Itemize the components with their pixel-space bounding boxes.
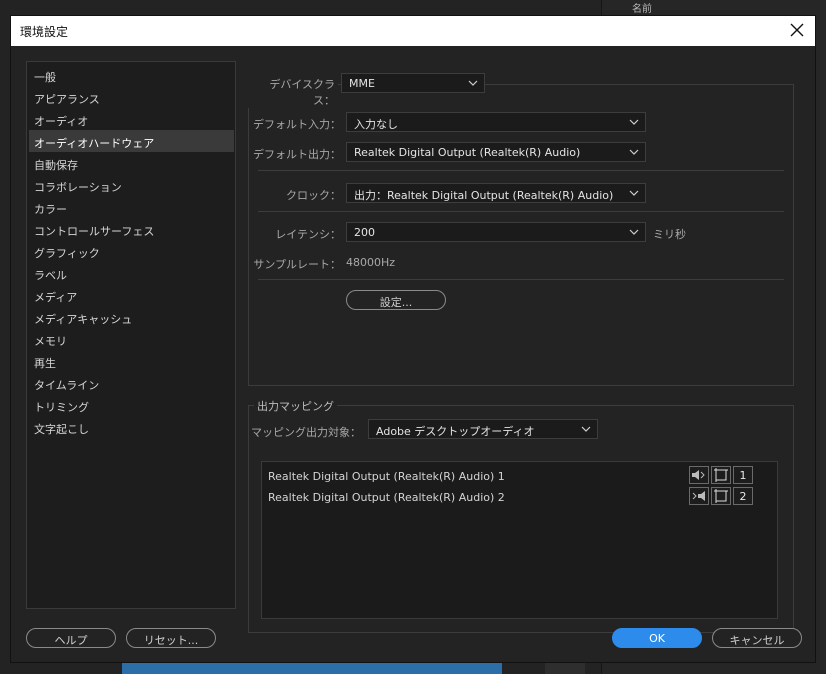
category-list: 一般 アピアランス オーディオ オーディオハードウェア 自動保存 コラボレーショ… bbox=[26, 61, 236, 609]
sidebar-item-playback[interactable]: 再生 bbox=[29, 350, 234, 372]
divider bbox=[258, 170, 784, 171]
latency-value: 200 bbox=[354, 226, 375, 239]
default-output-label: デフォルト出力： bbox=[253, 148, 341, 161]
latency-unit: ミリ秒 bbox=[653, 228, 686, 241]
close-icon[interactable] bbox=[787, 20, 807, 40]
default-output-value: Realtek Digital Output (Realtek(R) Audio… bbox=[354, 146, 581, 159]
sidebar-item-auto-save[interactable]: 自動保存 bbox=[29, 152, 234, 174]
chevron-down-icon bbox=[468, 80, 478, 86]
mapping-target-value: Adobe デスクトップオーディオ bbox=[376, 425, 535, 438]
latency-select[interactable]: 200 bbox=[346, 222, 646, 242]
sidebar-item-trimming[interactable]: トリミング bbox=[29, 394, 234, 416]
latency-label: レイテンシ： bbox=[275, 228, 341, 241]
chevron-down-icon bbox=[629, 149, 639, 155]
cancel-button[interactable]: キャンセル bbox=[712, 628, 802, 648]
sidebar-item-color[interactable]: カラー bbox=[29, 196, 234, 218]
name-column-header: 名前 bbox=[632, 4, 652, 15]
reset-button[interactable]: リセット... bbox=[126, 628, 216, 648]
default-input-select[interactable]: 入力なし bbox=[346, 112, 646, 132]
sidebar-item-media-cache[interactable]: メディアキャッシュ bbox=[29, 306, 234, 328]
clock-label: クロック： bbox=[286, 189, 341, 202]
device-class-label: デバイスクラス： bbox=[248, 76, 338, 108]
clock-select[interactable]: 出力：Realtek Digital Output (Realtek(R) Au… bbox=[346, 183, 646, 203]
sidebar-item-collaboration[interactable]: コラボレーション bbox=[29, 174, 234, 196]
frame-icon[interactable] bbox=[711, 466, 731, 484]
divider bbox=[258, 279, 784, 280]
help-button[interactable]: ヘルプ bbox=[26, 628, 116, 648]
output-channel-name: Realtek Digital Output (Realtek(R) Audio… bbox=[268, 470, 505, 483]
divider bbox=[258, 211, 784, 212]
output-mapping-legend: 出力マッピング bbox=[254, 398, 337, 414]
channel-number: 2 bbox=[733, 487, 753, 505]
settings-button[interactable]: 設定... bbox=[346, 290, 446, 310]
output-channel-list: Realtek Digital Output (Realtek(R) Audio… bbox=[261, 461, 778, 619]
sidebar-item-graphics[interactable]: グラフィック bbox=[29, 240, 234, 262]
mapping-target-label: マッピング出力対象： bbox=[251, 426, 361, 439]
sidebar-item-transcription[interactable]: 文字起こし bbox=[29, 416, 234, 438]
chevron-down-icon bbox=[629, 119, 639, 125]
sample-rate-value: 48000Hz bbox=[346, 256, 396, 269]
title-bar: 環境設定 bbox=[11, 16, 815, 46]
default-output-select[interactable]: Realtek Digital Output (Realtek(R) Audio… bbox=[346, 142, 646, 162]
default-input-label: デフォルト入力： bbox=[253, 118, 341, 131]
sidebar-item-memory[interactable]: メモリ bbox=[29, 328, 234, 350]
dialog-title: 環境設定 bbox=[20, 25, 69, 39]
sidebar-item-media[interactable]: メディア bbox=[29, 284, 234, 306]
mapping-target-select[interactable]: Adobe デスクトップオーディオ bbox=[368, 419, 598, 439]
clock-value: 出力：Realtek Digital Output (Realtek(R) Au… bbox=[354, 189, 614, 202]
preferences-dialog: 環境設定 一般 アピアランス オーディオ オーディオハードウェア 自動保存 コラ… bbox=[10, 15, 816, 663]
default-input-value: 入力なし bbox=[354, 118, 398, 131]
chevron-down-icon bbox=[581, 426, 591, 432]
sidebar-item-general[interactable]: 一般 bbox=[29, 64, 234, 86]
speaker-left-icon[interactable] bbox=[689, 466, 709, 484]
sidebar-item-appearance[interactable]: アピアランス bbox=[29, 86, 234, 108]
ok-button[interactable]: OK bbox=[612, 628, 702, 648]
channel-number: 1 bbox=[733, 466, 753, 484]
frame-icon[interactable] bbox=[711, 487, 731, 505]
device-class-value: MME bbox=[349, 77, 375, 90]
sidebar-item-audio[interactable]: オーディオ bbox=[29, 108, 234, 130]
device-class-select[interactable]: MME bbox=[341, 73, 485, 93]
sidebar-item-audio-hardware[interactable]: オーディオハードウェア bbox=[29, 130, 234, 152]
chevron-down-icon bbox=[629, 229, 639, 235]
chevron-down-icon bbox=[629, 190, 639, 196]
output-channel-name: Realtek Digital Output (Realtek(R) Audio… bbox=[268, 491, 505, 504]
sample-rate-label: サンプルレート： bbox=[253, 258, 341, 271]
sidebar-item-control-surface[interactable]: コントロールサーフェス bbox=[29, 218, 234, 240]
sidebar-item-timeline[interactable]: タイムライン bbox=[29, 372, 234, 394]
speaker-right-icon[interactable] bbox=[689, 487, 709, 505]
sidebar-item-labels[interactable]: ラベル bbox=[29, 262, 234, 284]
